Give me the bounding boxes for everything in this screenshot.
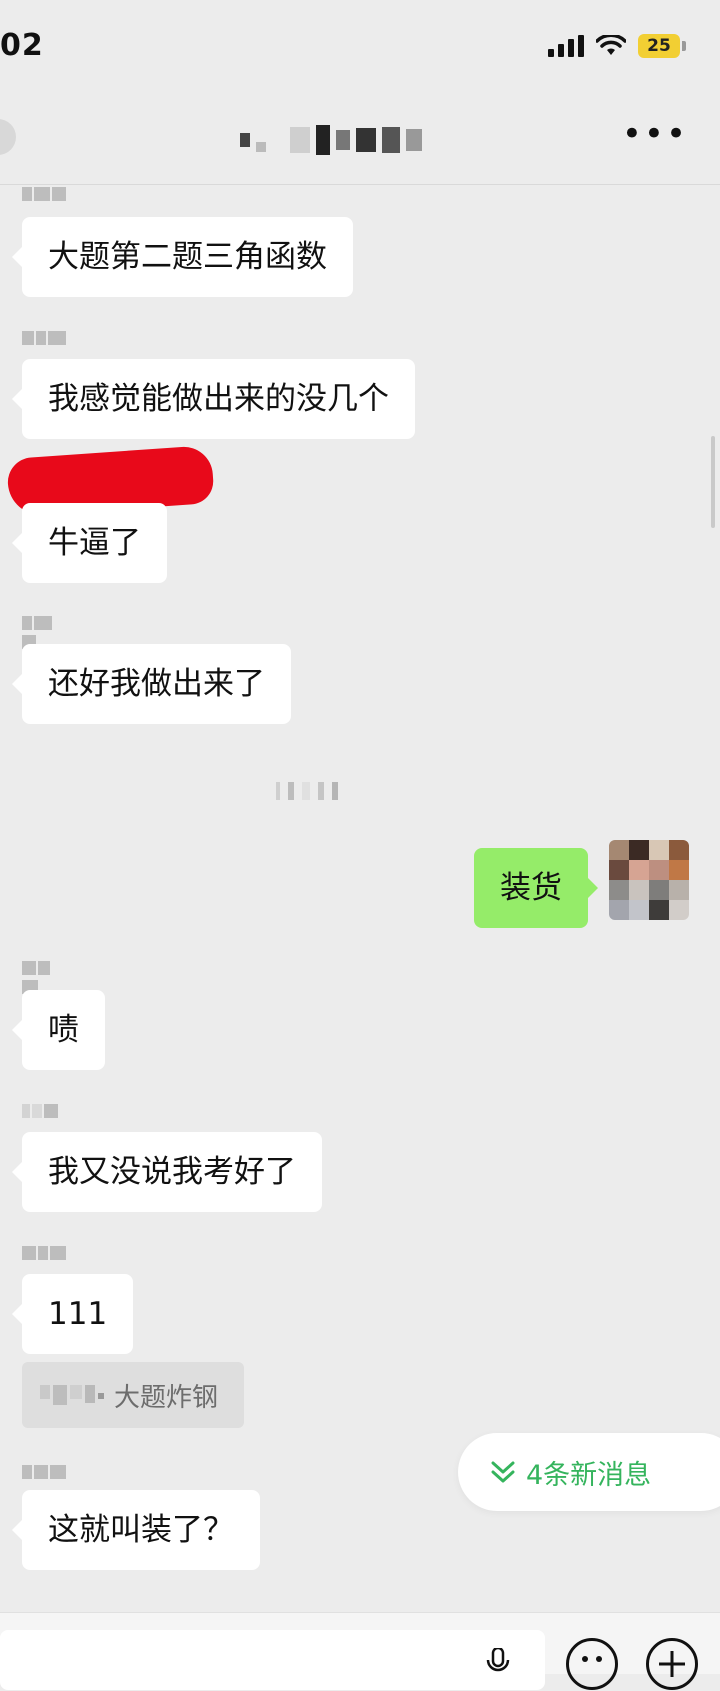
new-messages-button[interactable]: 4条新消息 (458, 1433, 720, 1511)
status-icons: 25 (548, 34, 686, 58)
wifi-icon (596, 35, 626, 55)
quote-text: 大题炸钢 (114, 1382, 219, 1413)
status-time: 02 (0, 28, 44, 63)
battery-level: 25 (638, 34, 680, 58)
sender-name (22, 960, 68, 994)
more-icon[interactable]: ••• (622, 117, 688, 151)
new-messages-label: 4条新消息 (526, 1459, 652, 1491)
my-message-bubble[interactable]: 装货 (474, 848, 598, 928)
quoted-message[interactable]: 大题炸钢 (22, 1362, 245, 1428)
sender-name (22, 1245, 68, 1261)
chat-title (240, 125, 422, 155)
sender-name (22, 186, 68, 202)
battery-icon: 25 (638, 34, 686, 58)
message-bubble[interactable]: 啧 (12, 990, 105, 1070)
system-notice (276, 782, 338, 800)
signal-icon (548, 35, 584, 57)
sender-name (22, 1103, 68, 1119)
message-input[interactable] (0, 1630, 545, 1690)
sender-name (22, 615, 68, 649)
back-icon[interactable] (0, 119, 16, 155)
sender-name (22, 1464, 68, 1480)
message-bubble[interactable]: 我感觉能做出来的没几个 (12, 359, 415, 439)
emoji-icon[interactable] (566, 1638, 618, 1690)
message-bubble[interactable]: 我又没说我考好了 (12, 1132, 322, 1212)
voice-icon[interactable] (485, 1648, 511, 1673)
message-bubble[interactable]: 大题第二题三角函数 (12, 217, 353, 297)
sender-name (22, 330, 68, 346)
message-bubble[interactable]: 还好我做出来了 (12, 644, 291, 724)
message-bubble[interactable]: 111 (11, 1274, 134, 1354)
message-bubble[interactable]: 这就叫装了？ (12, 1490, 260, 1570)
quote-sender-blur (40, 1385, 104, 1405)
avatar[interactable] (609, 840, 689, 920)
header-divider (0, 184, 720, 185)
message-bubble[interactable]: 牛逼了 (12, 503, 167, 583)
double-chevron-down-icon (491, 1461, 515, 1483)
scrollbar[interactable] (711, 436, 715, 528)
plus-icon[interactable] (646, 1638, 698, 1690)
